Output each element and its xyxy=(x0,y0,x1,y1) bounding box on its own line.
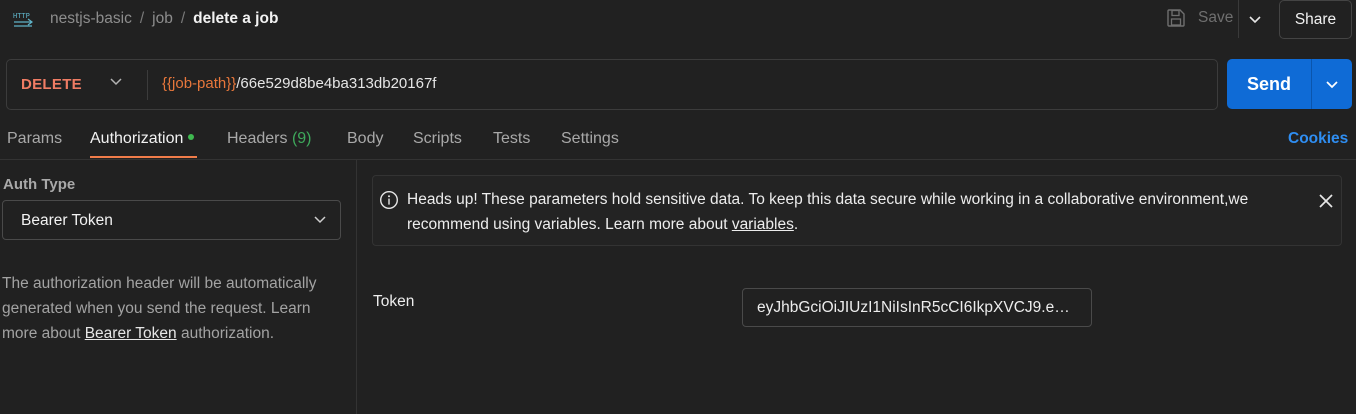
tab-authorization-label: Authorization xyxy=(90,130,184,147)
auth-description-tail: authorization. xyxy=(176,325,275,342)
svg-text:HTTP: HTTP xyxy=(13,12,30,20)
share-button[interactable]: Share xyxy=(1279,0,1352,39)
active-tab-indicator xyxy=(90,156,197,158)
breadcrumb-separator: / xyxy=(139,10,145,27)
breadcrumb-separator: / xyxy=(180,10,186,27)
bearer-token-link[interactable]: Bearer Token xyxy=(85,325,177,342)
save-button[interactable]: Save xyxy=(1166,8,1233,28)
http-icon: HTTP xyxy=(12,8,34,30)
info-icon xyxy=(379,190,399,210)
tab-settings[interactable]: Settings xyxy=(561,130,619,148)
auth-description: The authorization header will be automat… xyxy=(2,271,347,346)
tab-headers[interactable]: Headers (9) xyxy=(227,130,312,148)
tab-authorization[interactable]: Authorization xyxy=(90,130,195,148)
request-title[interactable]: delete a job xyxy=(193,10,278,27)
notice-text: Heads up! These parameters hold sensitiv… xyxy=(407,187,1307,237)
tab-scripts[interactable]: Scripts xyxy=(413,130,462,148)
token-label: Token xyxy=(373,293,415,310)
auth-type-value: Bearer Token xyxy=(21,212,113,229)
send-button[interactable]: Send xyxy=(1227,59,1311,109)
token-field[interactable]: eyJhbGciOiJIUzI1NiIsInR5cCI6IkpXVCJ9.eyJ… xyxy=(742,288,1092,327)
request-bar: DELETE {{job-path}}/66e529d8be4ba313db20… xyxy=(6,59,1218,110)
save-label: Save xyxy=(1198,9,1234,26)
breadcrumb-collection[interactable]: nestjs-basic xyxy=(50,10,132,27)
tab-headers-label: Headers xyxy=(227,130,288,147)
headers-count-badge: (9) xyxy=(291,130,312,147)
url-input[interactable]: {{job-path}}/66e529d8be4ba313db20167f xyxy=(162,75,436,92)
url-path: /66e529d8be4ba313db20167f xyxy=(236,75,437,92)
method-select[interactable]: DELETE xyxy=(21,76,82,93)
floppy-disk-icon xyxy=(1167,9,1185,27)
tab-params[interactable]: Params xyxy=(7,130,62,148)
chevron-down-icon xyxy=(314,216,326,224)
breadcrumb-folder[interactable]: job xyxy=(152,10,173,27)
notice-tail: . xyxy=(793,216,799,233)
chevron-down-icon xyxy=(1326,81,1338,89)
chevron-down-icon xyxy=(1248,16,1261,24)
divider xyxy=(147,70,148,100)
sensitive-data-notice: Heads up! These parameters hold sensitiv… xyxy=(372,175,1342,246)
status-dot xyxy=(188,133,195,140)
auth-type-label: Auth Type xyxy=(3,176,76,193)
auth-type-select[interactable]: Bearer Token xyxy=(2,200,341,240)
variables-link[interactable]: variables xyxy=(732,216,794,233)
cookies-link[interactable]: Cookies xyxy=(1288,130,1348,148)
breadcrumb: nestjs-basic / job / delete a job xyxy=(50,10,278,28)
chevron-down-icon[interactable] xyxy=(109,76,123,86)
send-options-button[interactable] xyxy=(1311,59,1352,109)
tab-tests[interactable]: Tests xyxy=(493,130,530,148)
save-menu-button[interactable] xyxy=(1238,0,1270,38)
top-bar: HTTP nestjs-basic / job / delete a job Save … xyxy=(0,0,1356,40)
notice-message: Heads up! These parameters hold sensitiv… xyxy=(407,191,1249,233)
tab-body[interactable]: Body xyxy=(347,130,383,148)
request-tabs: Params Authorization Headers (9) Body Sc… xyxy=(0,120,1356,160)
url-variable: {{job-path}} xyxy=(162,75,237,92)
pane-divider[interactable] xyxy=(356,160,357,414)
close-icon[interactable] xyxy=(1318,193,1334,209)
